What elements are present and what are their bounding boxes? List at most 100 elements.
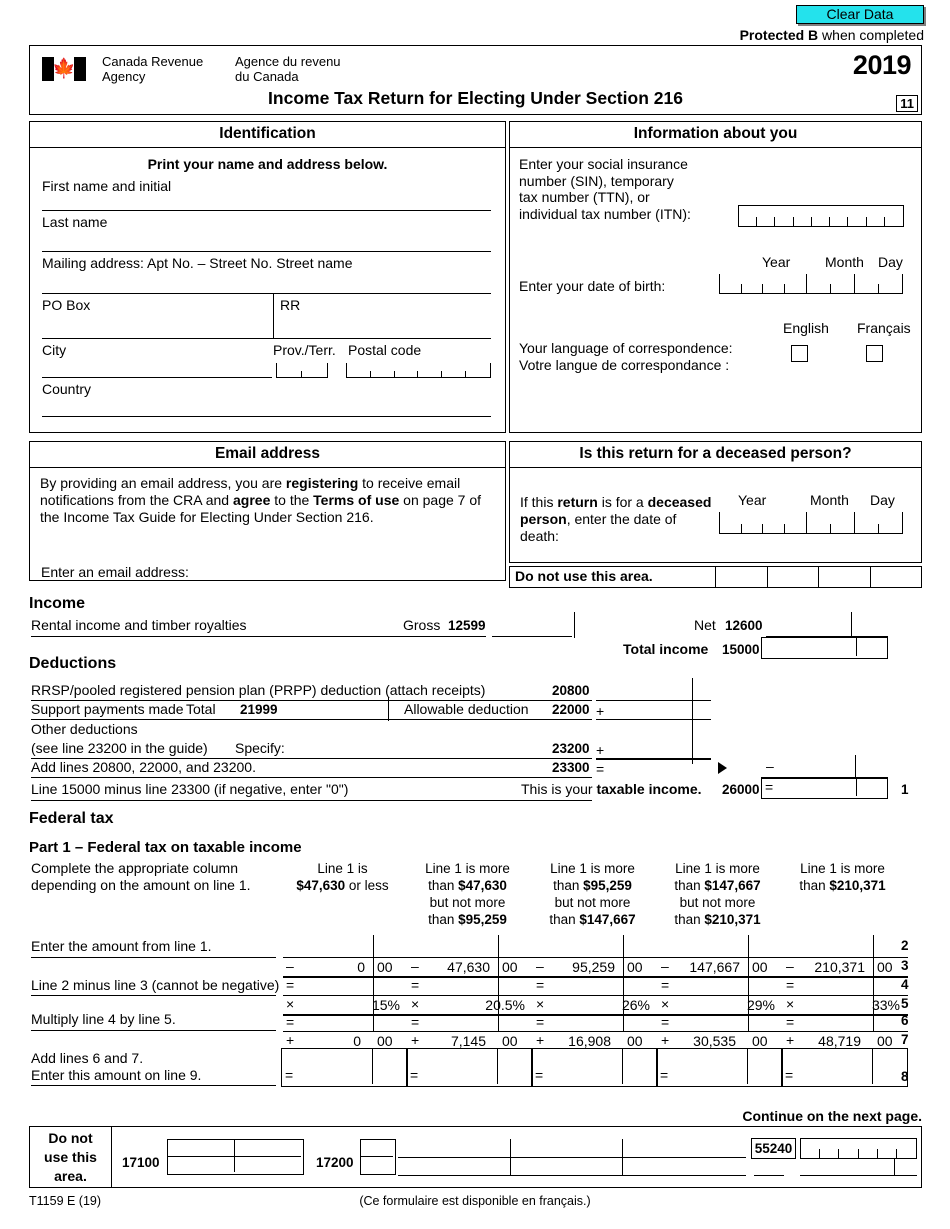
- tax-bracket-threshold: $47,630: [458, 878, 507, 893]
- line-3-cents-col-4: 00: [752, 959, 768, 975]
- mailing-address-input[interactable]: [42, 293, 491, 294]
- email-bold-terms-of-use: Terms of use: [313, 492, 400, 508]
- dob-year-cells[interactable]: [719, 274, 807, 294]
- email-address-heading: Email address: [30, 442, 505, 468]
- dob-day-cells[interactable]: [855, 274, 903, 294]
- line-4-input-col-5[interactable]: [783, 995, 908, 996]
- city-input[interactable]: [42, 377, 272, 378]
- comb-cell: [859, 1139, 878, 1158]
- death-day-cells[interactable]: [855, 512, 903, 534]
- deceased-text-2: is for a: [597, 494, 648, 510]
- line-2-input-col-2[interactable]: [408, 957, 533, 958]
- date-of-death-input[interactable]: [719, 512, 903, 534]
- line-6-operator-col-4: =: [661, 1014, 670, 1030]
- line-7-amount-col-2: 7,145: [450, 1033, 486, 1049]
- comb-cell: [885, 206, 903, 226]
- support-rule: [31, 719, 592, 720]
- identification-body: Print your name and address below. First…: [30, 148, 505, 432]
- taxable-income-label: Line 15000 minus line 23300 (if negative…: [31, 781, 349, 797]
- deceased-text-1: If this: [520, 494, 558, 510]
- line-6-rule: [31, 1030, 276, 1031]
- comb-cell: [442, 363, 466, 377]
- taxable-income-cents-divider: [856, 778, 857, 796]
- line-4-rule: [31, 995, 276, 996]
- language-labels: Your language of correspondence: Votre l…: [519, 340, 733, 373]
- line-8-input-col-2[interactable]: =: [406, 1048, 533, 1087]
- line-6-input-col-5[interactable]: [783, 1031, 908, 1032]
- dob-month-cells[interactable]: [807, 274, 855, 294]
- sin-instruction: Enter your social insurance number (SIN)…: [519, 156, 691, 222]
- line-8-operator-col-3: =: [535, 1067, 544, 1083]
- box-17200-midrule: [361, 1156, 393, 1157]
- comb-cell: [742, 512, 764, 533]
- line-6-input-col-1[interactable]: [283, 1031, 408, 1032]
- line-8-input-col-5[interactable]: =: [781, 1048, 908, 1087]
- country-input[interactable]: [42, 416, 491, 417]
- other-deductions-amount-input[interactable]: [596, 758, 711, 760]
- line-4-input-col-1[interactable]: [283, 995, 408, 996]
- deceased-instruction: If this return is for a deceased person,…: [520, 494, 715, 545]
- line-8-input-col-4[interactable]: =: [656, 1048, 783, 1087]
- comb-cell: [831, 274, 855, 293]
- taxable-income-input[interactable]: =: [761, 777, 888, 799]
- box-55240-input[interactable]: [800, 1138, 917, 1159]
- language-checkbox-francais[interactable]: [866, 345, 883, 362]
- line-3-amount-col-5: 210,371: [814, 959, 865, 975]
- comb-cell: [855, 274, 879, 293]
- line-4-input-col-2[interactable]: [408, 995, 533, 996]
- line-8-operator-col-1: =: [285, 1067, 294, 1083]
- line-6-input-col-4[interactable]: [658, 1031, 783, 1032]
- po-box-input[interactable]: [42, 338, 491, 339]
- line-6-input-col-2[interactable]: [408, 1031, 533, 1032]
- tax-bracket-header-line: than $95,259: [553, 878, 632, 893]
- line-7-cents-col-5: 00: [877, 1033, 893, 1049]
- postal-code-input[interactable]: [346, 363, 491, 378]
- line-6-input-col-3[interactable]: [533, 1031, 658, 1032]
- deceased-person-body: If this return is for a deceased person,…: [510, 468, 921, 562]
- do-not-use-cell: [869, 567, 922, 587]
- comb-cell: [807, 274, 831, 293]
- add-lines-label: Add lines 20800, 22000, and 23200.: [31, 759, 256, 775]
- death-month-cells[interactable]: [807, 512, 855, 534]
- line-6-operator-col-1: =: [286, 1014, 295, 1030]
- comb-cell: [794, 206, 813, 226]
- language-checkbox-english[interactable]: [791, 345, 808, 362]
- city-label: City: [42, 342, 67, 358]
- gross-amount-input[interactable]: [492, 636, 572, 637]
- do-not-use-cell: [766, 567, 819, 587]
- clear-data-button[interactable]: Clear Data: [796, 5, 924, 24]
- line-number-7: 7: [901, 1032, 909, 1047]
- identification-heading: Identification: [30, 122, 505, 148]
- language-label-fr: Votre langue de correspondance :: [519, 356, 730, 373]
- line-8-operator-col-2: =: [410, 1067, 419, 1083]
- line-4-input-col-4[interactable]: [658, 995, 783, 996]
- line-4-operator-col-2: =: [411, 977, 420, 993]
- rrsp-amount-input[interactable]: [596, 700, 711, 701]
- line-2-input-col-5[interactable]: [783, 957, 908, 958]
- line-6-operator-col-5: =: [786, 1014, 795, 1030]
- page-title: Income Tax Return for Electing Under Sec…: [268, 88, 683, 108]
- last-name-input[interactable]: [42, 251, 491, 252]
- first-name-label: First name and initial: [42, 178, 172, 194]
- total-income-input[interactable]: [761, 637, 888, 659]
- line-2-input-col-4[interactable]: [658, 957, 783, 958]
- line-5-rule-col-4: [658, 1014, 783, 1016]
- death-year-cells[interactable]: [719, 512, 807, 534]
- line-6-operator-col-3: =: [536, 1014, 545, 1030]
- line-3-cents-col-5: 00: [877, 959, 893, 975]
- allowable-amount-input[interactable]: [596, 719, 711, 720]
- dob-input[interactable]: [719, 274, 903, 294]
- email-input[interactable]: [190, 580, 495, 581]
- line-8-input-col-1[interactable]: =: [281, 1048, 408, 1087]
- sin-input[interactable]: [738, 205, 904, 227]
- line-3-cents-col-1: 00: [377, 959, 393, 975]
- first-name-input[interactable]: [42, 210, 491, 211]
- country-label: Country: [42, 381, 92, 397]
- line-2-input-col-3[interactable]: [533, 957, 658, 958]
- line-7-amount-col-1: 0: [353, 1033, 361, 1049]
- line-4-input-col-3[interactable]: [533, 995, 658, 996]
- line-2-rule: [31, 957, 276, 958]
- line-2-input-col-1[interactable]: [283, 957, 408, 958]
- line-8-input-col-3[interactable]: =: [531, 1048, 658, 1087]
- prov-terr-input[interactable]: [276, 363, 328, 378]
